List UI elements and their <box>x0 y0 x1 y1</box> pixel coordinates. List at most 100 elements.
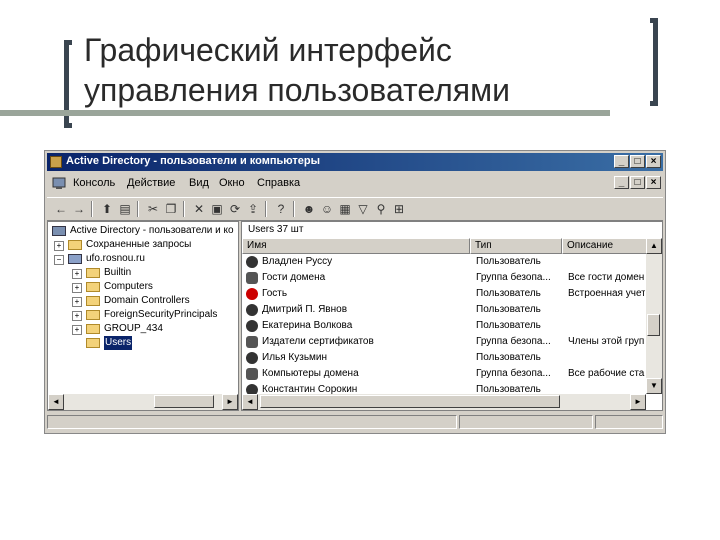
list-row[interactable]: Компьютеры домена Группа безопа... Все р… <box>242 366 648 382</box>
list-hscroll-thumb[interactable] <box>260 395 560 408</box>
menu-action[interactable]: Действие <box>127 177 175 189</box>
new-user-icon[interactable]: ☻ <box>301 201 317 217</box>
child-minimize-button[interactable]: _ <box>614 176 629 189</box>
menu-help[interactable]: Справка <box>257 177 300 189</box>
folder-icon <box>68 240 82 250</box>
ou-folder-icon <box>86 296 100 306</box>
find-icon[interactable]: ⚲ <box>373 201 389 217</box>
list-vscroll-thumb[interactable] <box>647 314 660 336</box>
up-level-icon[interactable]: ⬆ <box>99 201 115 217</box>
row-name: Илья Кузьмин <box>262 352 328 363</box>
list-row[interactable]: Гости домена Группа безопа... Все гости … <box>242 270 648 286</box>
new-group-icon[interactable]: ☺ <box>319 201 335 217</box>
list-row[interactable]: Гость Пользователь Встроенная учет <box>242 286 648 302</box>
toolbar-separator <box>293 201 295 217</box>
status-cell-extra <box>595 415 663 429</box>
row-type: Пользователь <box>476 352 541 363</box>
expand-icon[interactable]: + <box>72 283 82 293</box>
list-row[interactable]: Дмитрий П. Явнов Пользователь <box>242 302 648 318</box>
tree-scroll-right-arrow[interactable]: ► <box>222 394 238 410</box>
row-type: Группа безопа... <box>476 336 551 347</box>
tree-scroll-thumb[interactable] <box>154 395 214 408</box>
list-row[interactable]: Владлен Руссу Пользователь <box>242 254 648 270</box>
row-description: Все гости домен <box>568 272 645 283</box>
filter-icon[interactable]: ▽ <box>355 201 371 217</box>
tree-item-label: Domain Controllers <box>104 295 190 306</box>
list-scroll-up-arrow[interactable]: ▲ <box>646 238 662 254</box>
row-type: Пользователь <box>476 256 541 267</box>
expand-icon[interactable]: + <box>72 269 82 279</box>
ad-console-icon <box>50 156 62 168</box>
list-vertical-scrollbar[interactable] <box>645 254 662 378</box>
folder-icon <box>86 338 100 348</box>
row-type: Пользователь <box>476 320 541 331</box>
minimize-button[interactable]: _ <box>614 155 629 168</box>
maximize-button[interactable]: □ <box>630 155 645 168</box>
help-icon[interactable]: ? <box>273 201 289 217</box>
tree-scroll-left-arrow[interactable]: ◄ <box>48 394 64 410</box>
row-name: Константин Сорокин <box>262 384 358 394</box>
column-header-name[interactable]: Имя <box>242 238 470 254</box>
list-horizontal-scrollbar[interactable] <box>258 394 630 410</box>
add-to-group-icon[interactable]: ⊞ <box>391 201 407 217</box>
close-button[interactable]: × <box>646 155 661 168</box>
console-menu-icon[interactable] <box>52 176 66 190</box>
expand-icon[interactable]: + <box>54 241 64 251</box>
toolbar: ← → ⬆ ▤ ✂ ❐ ✕ ▣ ⟳ ⇪ ? ☻ ☺ ▦ ▽ ⚲ ⊞ <box>47 197 663 221</box>
copy-icon[interactable]: ❐ <box>163 201 179 217</box>
list-scroll-right-arrow[interactable]: ► <box>630 394 646 410</box>
domain-icon <box>68 254 82 264</box>
disabled-user-icon <box>246 288 258 300</box>
list-row[interactable]: Илья Кузьмин Пользователь <box>242 350 648 366</box>
window-titlebar[interactable]: Active Directory - пользователи и компью… <box>47 153 663 171</box>
row-description: Все рабочие ста <box>568 368 645 379</box>
export-list-icon[interactable]: ⇪ <box>245 201 261 217</box>
group-icon <box>246 336 258 348</box>
child-close-button[interactable]: × <box>646 176 661 189</box>
list-row[interactable]: Издатели сертификатов Группа безопа... Ч… <box>242 334 648 350</box>
status-cell-main <box>47 415 457 429</box>
column-header-description[interactable]: Описание <box>562 238 648 254</box>
properties-icon[interactable]: ▣ <box>209 201 225 217</box>
menu-view[interactable]: Вид <box>189 177 209 189</box>
list-scroll-left-arrow[interactable]: ◄ <box>242 394 258 410</box>
row-type: Пользователь <box>476 304 541 315</box>
container-header: Users 37 шт <box>248 224 304 235</box>
row-name: Владлен Руссу <box>262 256 333 267</box>
toolbar-separator <box>91 201 93 217</box>
forward-icon[interactable]: → <box>71 201 87 217</box>
right-bracket-decoration <box>650 18 658 106</box>
cut-icon[interactable]: ✂ <box>145 201 161 217</box>
back-icon[interactable]: ← <box>53 201 69 217</box>
column-header-type[interactable]: Тип <box>470 238 562 254</box>
console-tree-pane[interactable]: Active Directory - пользователи и ко + С… <box>47 221 239 411</box>
list-row[interactable]: Екатерина Волкова Пользователь <box>242 318 648 334</box>
toolbar-separator <box>265 201 267 217</box>
user-icon <box>246 256 258 268</box>
slide-title: Графический интерфейс управления пользов… <box>84 30 644 110</box>
list-row[interactable]: Константин Сорокин Пользователь <box>242 382 648 394</box>
details-pane[interactable]: Users 37 шт Имя Тип Описание Владлен Рус… <box>241 221 663 411</box>
tree-item-label: Сохраненные запросы <box>86 239 192 250</box>
new-ou-icon[interactable]: ▦ <box>337 201 353 217</box>
delete-icon[interactable]: ✕ <box>191 201 207 217</box>
expand-icon[interactable]: + <box>72 325 82 335</box>
collapse-icon[interactable]: − <box>54 255 64 265</box>
ou-folder-icon <box>86 324 100 334</box>
folder-icon <box>86 310 100 320</box>
menu-console[interactable]: Консоль <box>73 177 115 189</box>
expand-icon[interactable]: + <box>72 311 82 321</box>
toolbar-separator <box>183 201 185 217</box>
group-icon <box>246 272 258 284</box>
row-name: Издатели сертификатов <box>262 336 374 347</box>
refresh-icon[interactable]: ⟳ <box>227 201 243 217</box>
tree-horizontal-scrollbar[interactable] <box>64 394 222 410</box>
row-name: Гость <box>262 288 288 299</box>
menu-window[interactable]: Окно <box>219 177 245 189</box>
expand-icon[interactable]: + <box>72 297 82 307</box>
folder-icon <box>86 282 100 292</box>
list-scroll-down-arrow[interactable]: ▼ <box>646 378 662 394</box>
show-tree-icon[interactable]: ▤ <box>117 201 133 217</box>
child-restore-button[interactable]: □ <box>630 176 645 189</box>
row-name: Дмитрий П. Явнов <box>262 304 347 315</box>
